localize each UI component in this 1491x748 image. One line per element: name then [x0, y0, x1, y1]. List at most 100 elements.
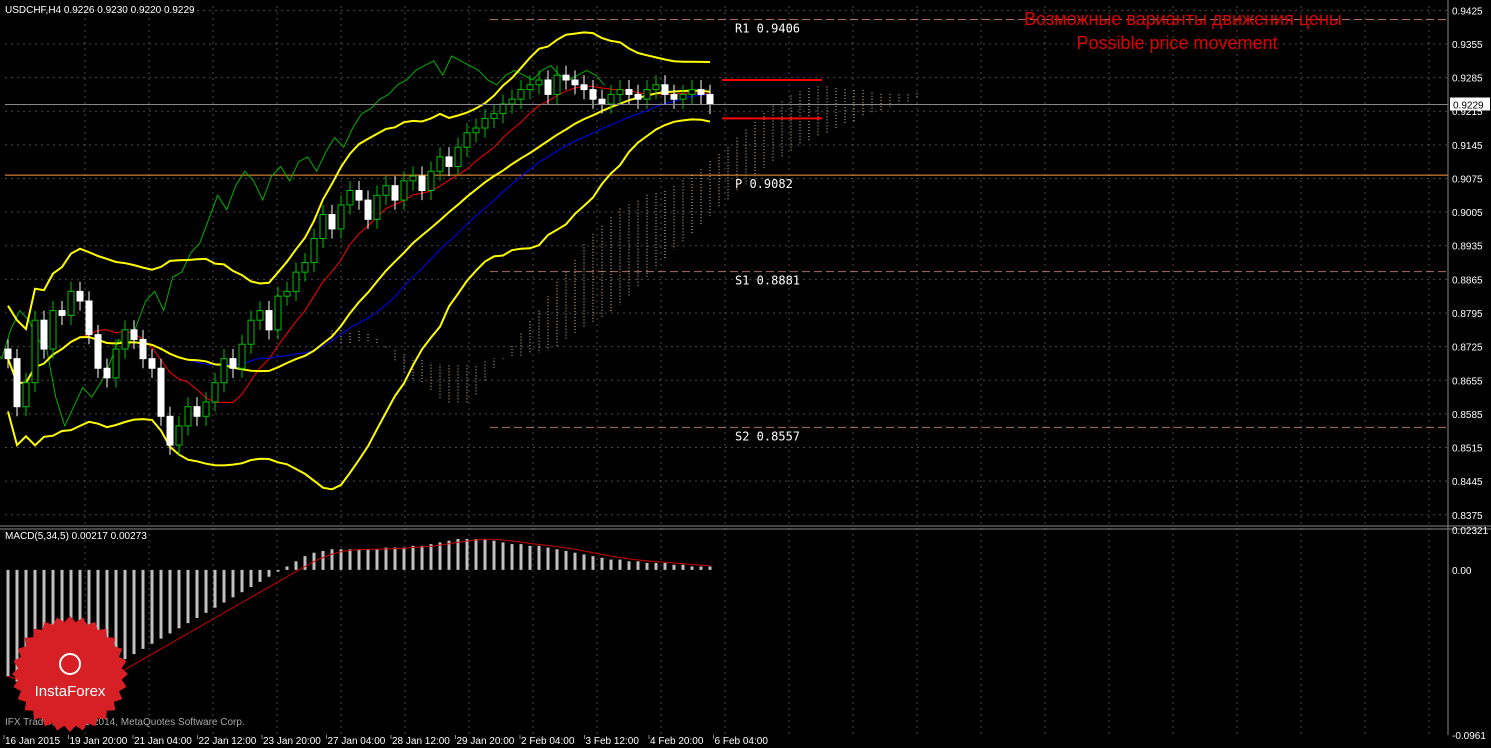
price-tick: 0.8935 — [1452, 242, 1483, 253]
candle-body — [526, 84, 534, 91]
candle-body — [400, 180, 408, 201]
current-price-label: 0.9229 — [1453, 100, 1484, 111]
candle-body — [661, 84, 669, 95]
time-tick: 27 Jan 04:00 — [328, 736, 386, 747]
candle-body — [157, 367, 165, 417]
candle-body — [85, 300, 93, 336]
candle-body — [166, 415, 174, 446]
candle-body — [319, 214, 327, 240]
candle-body — [562, 74, 570, 81]
candle-body — [517, 89, 525, 100]
candle-body — [382, 185, 390, 196]
price-tick: 0.8655 — [1452, 376, 1483, 387]
candle-body — [76, 290, 84, 302]
candle-body — [193, 406, 201, 417]
time-tick: 28 Jan 12:00 — [392, 736, 450, 747]
macd-tick: -0.0961 — [1452, 731, 1486, 742]
candle-body — [697, 89, 705, 95]
candle-body — [544, 79, 552, 95]
candle-body — [535, 79, 543, 86]
price-tick: 0.8725 — [1452, 343, 1483, 354]
candle-body — [292, 271, 300, 292]
candle-body — [418, 175, 426, 191]
candle-body — [112, 348, 120, 379]
candle-body — [247, 319, 255, 345]
level-label-s2: S2 0.8557 — [735, 429, 800, 443]
candle-body — [94, 334, 102, 369]
candle-body — [4, 348, 12, 360]
candle-body — [706, 93, 714, 105]
candle-body — [148, 358, 156, 369]
price-tick: 0.8795 — [1452, 309, 1483, 320]
time-tick: 16 Jan 2015 — [5, 736, 60, 747]
candle-body — [130, 329, 138, 340]
candle-body — [31, 319, 39, 384]
time-tick: 22 Jan 12:00 — [199, 736, 257, 747]
time-tick: 6 Feb 04:00 — [715, 736, 769, 747]
candle-body — [310, 238, 318, 264]
time-tick: 21 Jan 04:00 — [134, 736, 192, 747]
candle-body — [274, 295, 282, 331]
price-tick: 0.8445 — [1452, 477, 1483, 488]
candle-body — [175, 425, 183, 446]
candle-body — [553, 74, 561, 95]
candle-body — [49, 310, 57, 350]
time-tick: 19 Jan 20:00 — [70, 736, 128, 747]
price-tick: 0.8585 — [1452, 410, 1483, 421]
candle-body — [436, 156, 444, 172]
copyright-footer: IFX Trader, © 2001-2014, MetaQuotes Soft… — [5, 717, 245, 728]
candle-body — [40, 319, 48, 350]
symbol-header: USDCHF,H4 0.9226 0.9230 0.9220 0.9229 — [5, 5, 195, 16]
time-tick: 29 Jan 20:00 — [457, 736, 515, 747]
candle-body — [256, 310, 264, 321]
price-tick: 0.9355 — [1452, 40, 1483, 51]
candle-body — [445, 156, 453, 167]
candle-body — [670, 93, 678, 100]
candle-body — [634, 93, 642, 100]
candle-body — [616, 89, 624, 95]
candle-body — [472, 127, 480, 134]
candle-body — [328, 214, 336, 230]
time-tick: 23 Jan 20:00 — [263, 736, 321, 747]
candle-body — [202, 401, 210, 417]
candle-body — [283, 290, 291, 297]
price-tick: 0.9075 — [1452, 174, 1483, 185]
candle-body — [607, 93, 615, 105]
time-tick: 3 Feb 12:00 — [586, 736, 640, 747]
candle-body — [679, 93, 687, 100]
candle-body — [22, 382, 30, 408]
candle-body — [463, 132, 471, 148]
candle-body — [58, 310, 66, 316]
candle-body — [652, 84, 660, 91]
candle-body — [238, 343, 246, 369]
candle-body — [67, 290, 75, 316]
candle-body — [346, 189, 354, 206]
candle-body — [220, 358, 228, 384]
price-tick: 0.8515 — [1452, 444, 1483, 455]
time-tick: 2 Feb 04:00 — [521, 736, 575, 747]
candle-body — [265, 310, 273, 331]
candle-body — [688, 89, 696, 95]
candle-body — [589, 89, 597, 100]
price-tick: 0.9145 — [1452, 141, 1483, 152]
candle-body — [427, 170, 435, 191]
candle-body — [409, 175, 417, 182]
candle-body — [625, 89, 633, 95]
annotation-ru: Возможные варианты движения цены — [1024, 9, 1342, 29]
candle-body — [490, 113, 498, 119]
candle-body — [508, 98, 516, 105]
candle-body — [499, 103, 507, 115]
candle-body — [391, 185, 399, 201]
candle-body — [571, 79, 579, 86]
level-label-r1: R1 0.9406 — [735, 21, 800, 35]
candle-body — [337, 204, 345, 230]
logo-text: InstaForex — [35, 683, 106, 700]
candle-body — [481, 117, 489, 129]
trading-chart[interactable]: R1 0.9406 P 0.9082 S1 0.8881 S2 0.8557 0.94… — [0, 0, 1491, 748]
time-tick: 4 Feb 20:00 — [650, 736, 704, 747]
candle-body — [580, 84, 588, 91]
macd-tick: 0.00 — [1452, 566, 1472, 577]
candle-body — [211, 382, 219, 403]
candle-body — [301, 262, 309, 273]
price-tick: 0.9425 — [1452, 6, 1483, 17]
